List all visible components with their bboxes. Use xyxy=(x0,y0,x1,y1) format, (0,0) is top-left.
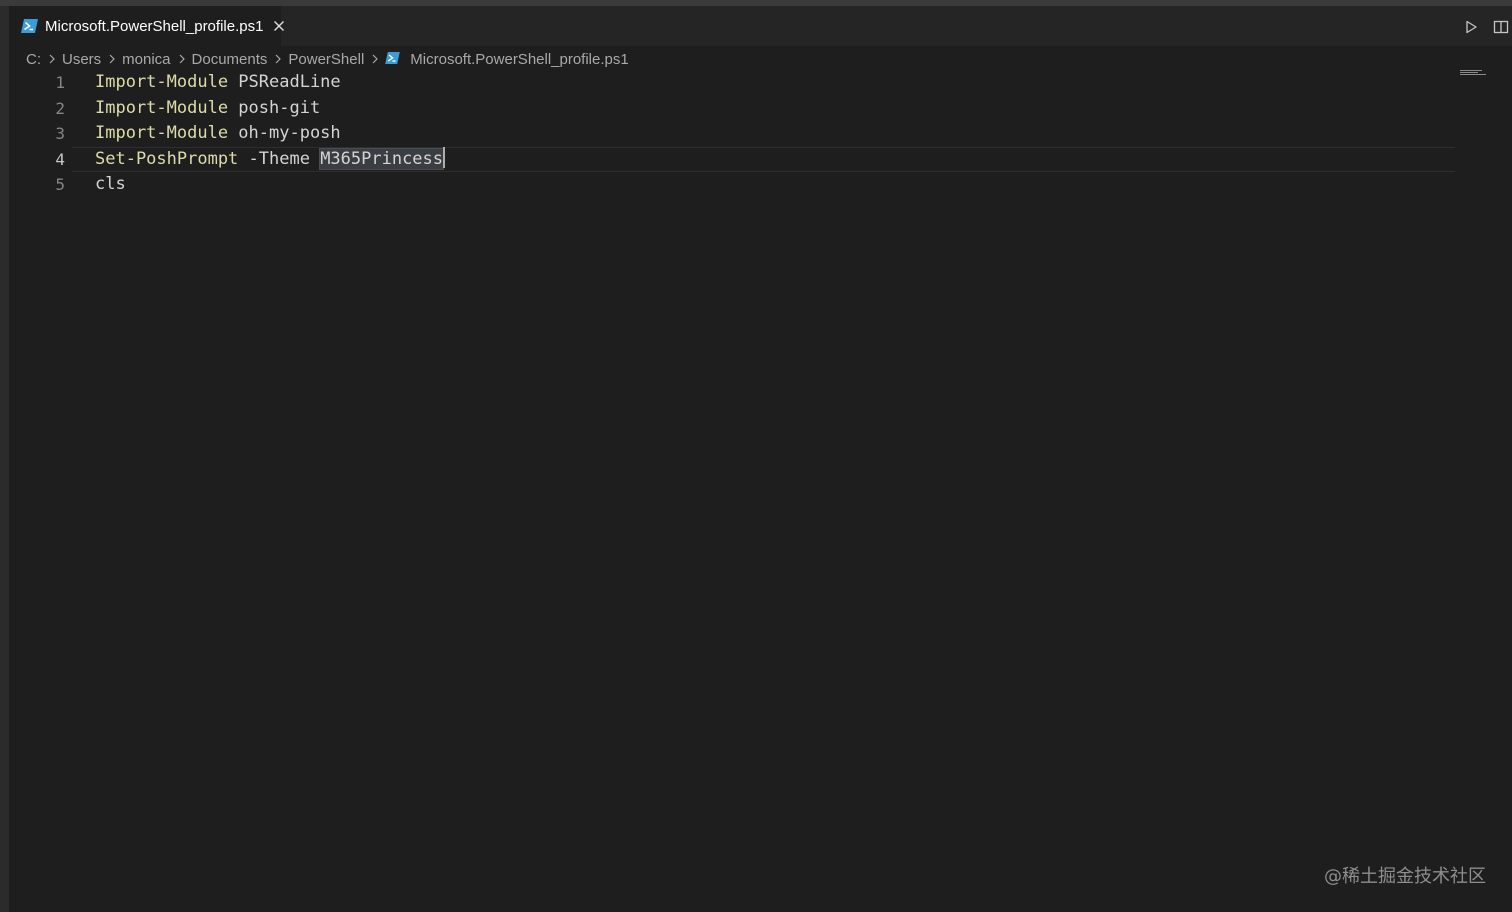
breadcrumb-file[interactable]: Microsoft.PowerShell_profile.ps1 xyxy=(410,51,628,68)
line-number: 5 xyxy=(55,175,65,195)
breadcrumb: C: Users monica Documents PowerShell Mic… xyxy=(26,46,629,72)
breadcrumb-users[interactable]: Users xyxy=(62,51,101,68)
editor-actions xyxy=(1452,16,1512,38)
line-number: 3 xyxy=(55,124,65,144)
line-number: 2 xyxy=(55,98,65,118)
argument-token: PSReadLine xyxy=(228,72,341,92)
code-line[interactable]: Import-Module oh-my-posh xyxy=(95,121,1455,147)
tab-bar: Microsoft.PowerShell_profile.ps1 xyxy=(9,6,1512,46)
breadcrumb-documents[interactable]: Documents xyxy=(192,51,268,68)
argument-token: posh-git xyxy=(228,97,321,118)
line-number: 1 xyxy=(55,73,65,92)
tab-profile[interactable]: Microsoft.PowerShell_profile.ps1 xyxy=(9,6,285,46)
chevron-right-icon xyxy=(106,53,118,65)
chevron-right-icon xyxy=(369,53,381,65)
powershell-icon xyxy=(21,19,38,33)
watermark: @稀土掘金技术社区 xyxy=(1324,866,1486,887)
parameter-token: -Theme xyxy=(238,148,321,169)
text-cursor xyxy=(443,147,446,169)
close-icon[interactable] xyxy=(271,18,287,34)
chevron-right-icon xyxy=(272,53,284,65)
minimap[interactable] xyxy=(1460,70,1488,78)
code-line[interactable]: Import-Module posh-git xyxy=(95,96,1455,122)
activity-bar-edge xyxy=(0,6,9,912)
tab-label: Microsoft.PowerShell_profile.ps1 xyxy=(45,17,264,35)
code-line[interactable]: cls xyxy=(95,172,1455,198)
command-token: Import-Module xyxy=(95,72,229,92)
chevron-right-icon xyxy=(176,53,188,65)
code-line-active[interactable]: Set-PoshPrompt -Theme M365Princess xyxy=(95,147,1455,173)
argument-token: cls xyxy=(95,174,126,195)
run-icon[interactable] xyxy=(1460,16,1482,38)
line-number-active: 4 xyxy=(55,149,65,169)
selected-text: M365Princess xyxy=(319,147,445,170)
line-number-gutter: 1 2 3 4 5 xyxy=(9,70,69,198)
command-token: Import-Module xyxy=(95,123,229,144)
argument-token: oh-my-posh xyxy=(228,123,341,144)
breadcrumb-drive[interactable]: C: xyxy=(26,51,41,68)
split-editor-icon[interactable] xyxy=(1490,16,1512,38)
code-line[interactable]: Import-Module PSReadLine xyxy=(95,70,1455,96)
breadcrumb-monica[interactable]: monica xyxy=(122,51,170,68)
command-token: Set-PoshPrompt xyxy=(95,148,239,169)
powershell-icon xyxy=(385,52,402,66)
command-token: Import-Module xyxy=(95,97,229,118)
breadcrumb-powershell[interactable]: PowerShell xyxy=(288,51,364,68)
chevron-right-icon xyxy=(46,53,58,65)
code-editor[interactable]: Import-Module PSReadLine Import-Module p… xyxy=(95,70,1455,198)
